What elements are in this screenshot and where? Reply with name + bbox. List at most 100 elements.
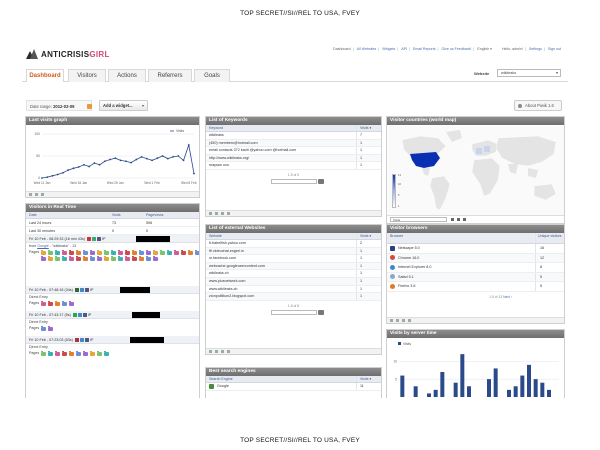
bar[interactable] (493, 368, 498, 397)
folder-icon[interactable] (41, 250, 46, 255)
data-point[interactable] (187, 144, 190, 146)
chart-icon[interactable] (221, 350, 224, 353)
table-row[interactable]: Google 11 (206, 383, 381, 391)
folder-icon[interactable] (90, 351, 95, 356)
table-icon[interactable] (209, 350, 212, 353)
folder-icon[interactable] (48, 351, 53, 356)
col-website[interactable]: Website (209, 233, 222, 240)
folder-icon[interactable] (83, 351, 88, 356)
table-row[interactable]: Internet Explorer 8.0 8 (387, 263, 564, 273)
close-icon[interactable] (457, 218, 460, 221)
bar[interactable] (520, 375, 525, 397)
bar[interactable] (467, 386, 471, 397)
folder-icon[interactable] (118, 256, 123, 261)
folder-icon[interactable] (132, 250, 137, 255)
col-visits[interactable]: Visits ▾ (360, 233, 371, 240)
map-metric-select[interactable]: Visits (390, 217, 447, 222)
data-point[interactable] (151, 159, 153, 162)
zoom-out-icon[interactable] (451, 218, 454, 221)
folder-icon[interactable] (174, 250, 179, 255)
folder-icon[interactable] (41, 326, 46, 331)
data-point[interactable] (51, 174, 54, 177)
widget-title[interactable]: Visitors in Real Time (26, 204, 199, 212)
tab-dashboard[interactable]: Dashboard (26, 69, 64, 82)
folder-icon[interactable] (104, 256, 109, 261)
toplink-sign-out[interactable]: Sign out (548, 47, 561, 51)
widget-title[interactable]: List of Keywords (206, 117, 381, 125)
folder-icon[interactable] (41, 301, 46, 306)
folder-icon[interactable] (139, 256, 144, 261)
data-point[interactable] (161, 155, 164, 157)
usa-region[interactable] (410, 152, 440, 168)
data-point[interactable] (124, 160, 127, 163)
language-selector[interactable]: English ▾ (477, 47, 492, 51)
folder-icon[interactable] (146, 256, 151, 261)
table-row[interactable]: Firefox 3.6 5 (387, 282, 564, 292)
col-search-engine[interactable]: Search Engine (209, 376, 233, 383)
website-selector[interactable]: wikileaks (497, 69, 561, 77)
data-point[interactable] (130, 161, 133, 164)
bar[interactable] (460, 354, 465, 397)
folder-icon[interactable] (90, 256, 95, 261)
folder-icon[interactable] (83, 250, 88, 255)
data-point[interactable] (182, 159, 185, 162)
cloud-icon[interactable] (215, 212, 218, 215)
bar[interactable] (440, 372, 445, 397)
bar[interactable] (513, 386, 518, 397)
data-point[interactable] (83, 163, 85, 166)
bar-chart-icon[interactable] (402, 319, 405, 322)
data-point[interactable] (41, 177, 43, 179)
table-icon[interactable] (390, 319, 393, 322)
table-row[interactable]: zionpolitikon2.blogspot.com 1 (206, 293, 381, 301)
export-icon[interactable] (408, 319, 411, 322)
table-row[interactable]: maysan uxo 1 (206, 162, 381, 170)
fullscreen-icon[interactable] (463, 218, 466, 221)
widget-title[interactable]: Best search engines (206, 368, 381, 376)
bar[interactable] (540, 382, 545, 397)
folder-icon[interactable] (69, 351, 74, 356)
folder-icon[interactable] (55, 351, 60, 356)
data-point[interactable] (156, 157, 159, 160)
folder-icon[interactable] (62, 250, 67, 255)
folder-icon[interactable] (97, 256, 102, 261)
widget-title[interactable]: Visitor countries (world map) (387, 117, 564, 125)
folder-icon[interactable] (111, 256, 116, 261)
folder-icon[interactable] (90, 250, 95, 255)
tab-actions[interactable]: Actions (108, 69, 146, 82)
export-icon[interactable] (227, 212, 230, 215)
tab-goals[interactable]: Goals (194, 69, 230, 82)
col-keyword[interactable]: Keyword (209, 125, 223, 132)
col-visits[interactable]: Visits ▾ (360, 376, 371, 383)
bar[interactable] (413, 386, 418, 397)
data-point[interactable] (67, 169, 70, 171)
table-row[interactable]: http://www.wikileaks.org/1 (206, 154, 381, 163)
folder-icon[interactable] (55, 250, 60, 255)
folder-icon[interactable] (48, 301, 53, 306)
table-row[interactable]: ftl.videochat.engeri.in 1 (206, 247, 381, 256)
folder-icon[interactable] (62, 301, 67, 306)
folder-icon[interactable] (139, 250, 144, 255)
bar[interactable] (400, 375, 405, 397)
folder-icon[interactable] (181, 250, 186, 255)
toplink-all-websites[interactable]: All Websites (357, 47, 377, 51)
table-row[interactable]: email contacts 372 kadri @yahoo.com @hot… (206, 147, 381, 155)
folder-icon[interactable] (111, 250, 116, 255)
table-row[interactable]: www.plusnetwork.com 1 (206, 277, 381, 286)
folder-icon[interactable] (48, 250, 53, 255)
data-point[interactable] (88, 165, 91, 168)
toplink-feedback[interactable]: Give us Feedback! (441, 47, 471, 51)
add-widget-button[interactable]: Add a widget... (99, 100, 148, 111)
world-map[interactable]: 13 10 5 1 (388, 126, 564, 215)
folder-icon[interactable] (41, 256, 46, 261)
next-page-link[interactable]: Next › (503, 295, 512, 299)
table-icon[interactable] (29, 193, 32, 196)
search-icon[interactable] (317, 178, 324, 184)
data-point[interactable] (77, 166, 80, 168)
table-row[interactable]: (450) members@hotmail.com 1 (206, 139, 381, 148)
table-row[interactable]: webcache.googleusercontent.com 1 (206, 262, 381, 271)
chart-icon[interactable] (35, 193, 38, 196)
data-point[interactable] (114, 157, 117, 160)
table-row[interactable]: Chrome 16.0 12 (387, 253, 564, 264)
folder-icon[interactable] (69, 301, 74, 306)
tab-referrers[interactable]: Referrers (148, 69, 192, 82)
